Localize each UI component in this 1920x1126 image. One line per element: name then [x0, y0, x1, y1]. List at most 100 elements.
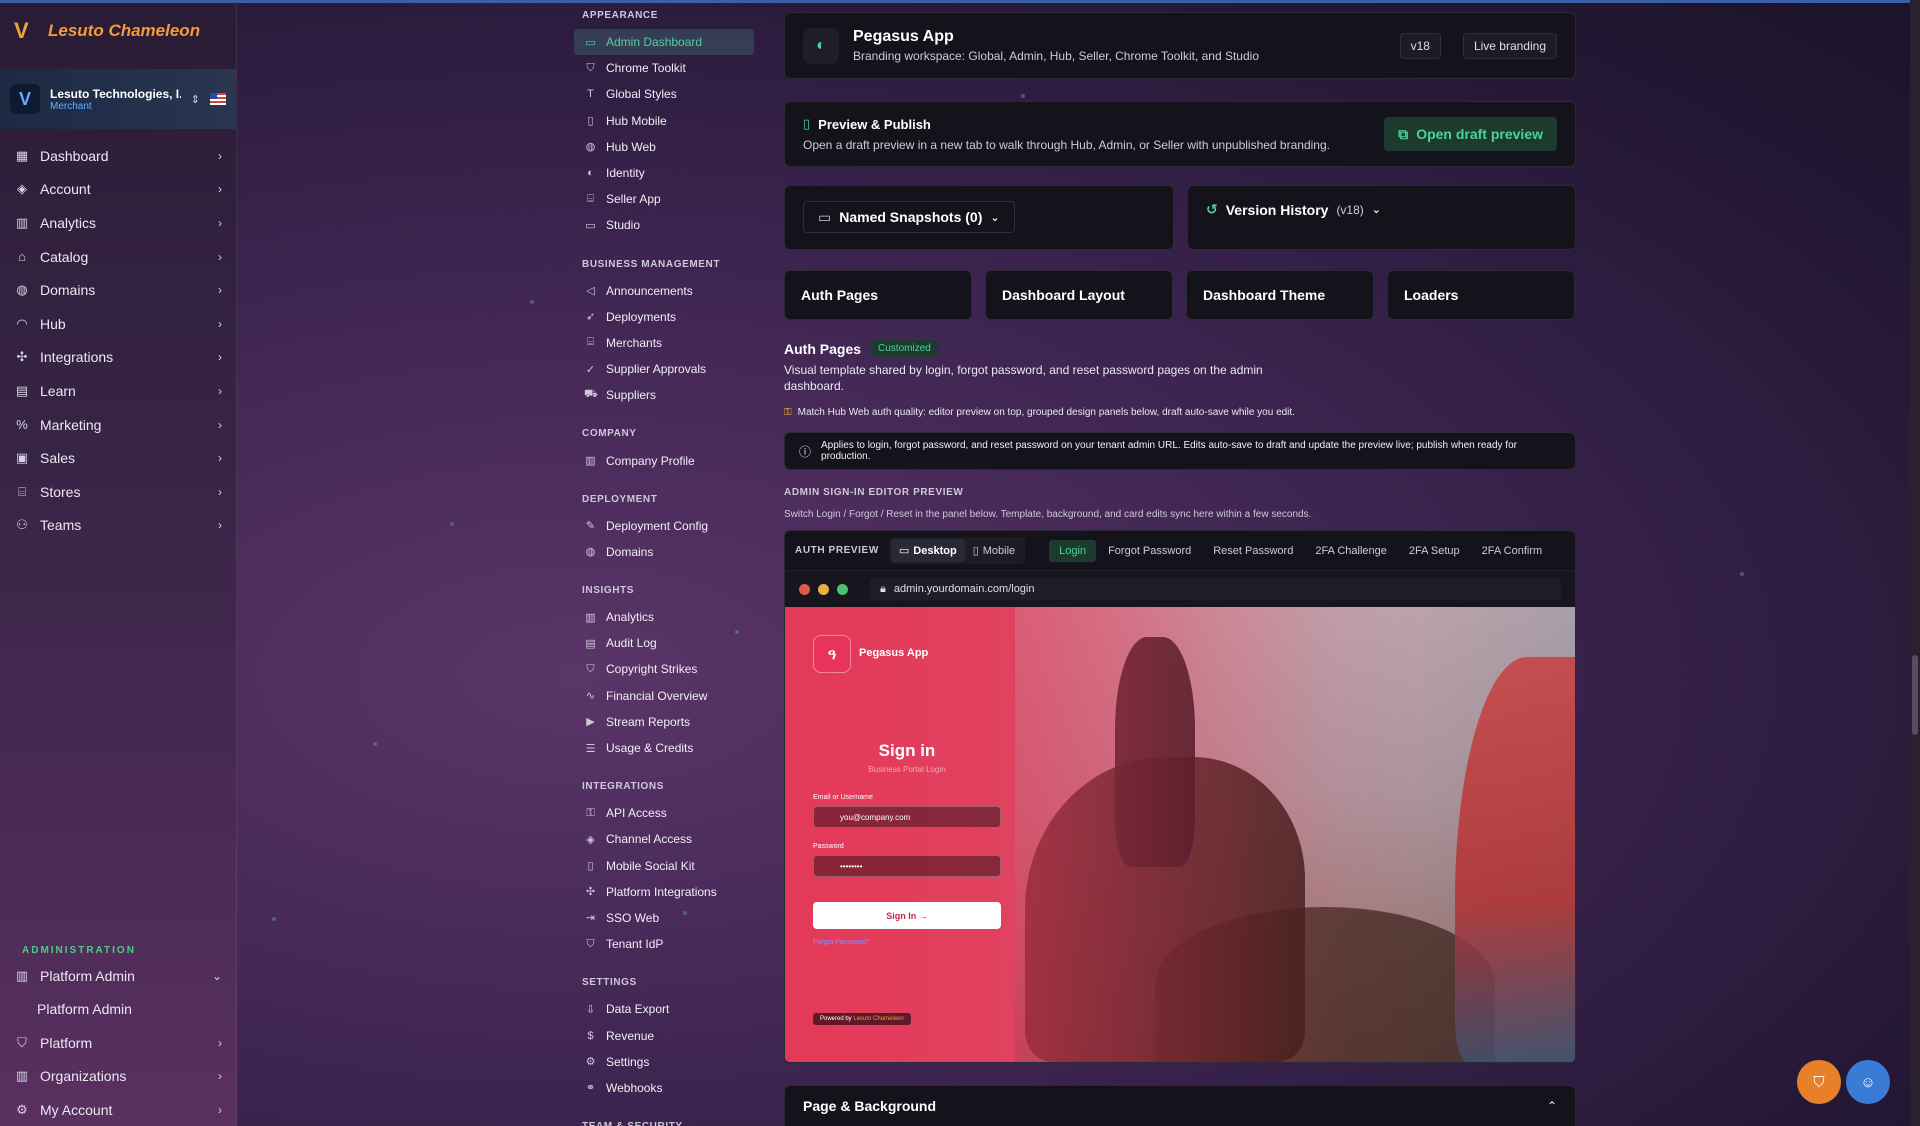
tab-2fa-challenge[interactable]: 2FA Challenge: [1305, 540, 1397, 562]
nav-item-integrations[interactable]: ✣ Integrations ›: [0, 341, 236, 375]
subnav-item-label: Audit Log: [606, 636, 657, 651]
subnav-item-api-access[interactable]: ⚿ API Access: [574, 800, 754, 826]
grid-icon: ▦: [15, 147, 29, 163]
nav-item-dashboard[interactable]: ▦ Dashboard ›: [0, 139, 236, 173]
device-desktop[interactable]: ▭ Desktop: [890, 539, 965, 562]
megaphone-icon: ◁: [586, 285, 595, 298]
brand[interactable]: V Lesuto Chameleon: [14, 19, 200, 43]
nav-item-sales[interactable]: ▣ Sales ›: [0, 441, 236, 475]
tenant-switcher[interactable]: V Lesuto Technologies, I... Merchant ⇕: [0, 69, 236, 129]
nav-item-hub[interactable]: ◠ Hub ›: [0, 307, 236, 341]
subnav-item-settings[interactable]: ⚙ Settings: [574, 1049, 754, 1075]
subnav-item-data-export[interactable]: ⇩ Data Export: [574, 996, 754, 1022]
page-background-section[interactable]: Page & Background ⌃: [784, 1085, 1576, 1126]
subnav-item-supplier-approvals[interactable]: ✓ Supplier Approvals: [574, 356, 754, 382]
admin-item-platform-admin[interactable]: ▥ Platform Admin ⌄: [0, 959, 236, 993]
admin-item-platform[interactable]: ⛉ Platform ›: [0, 1026, 236, 1060]
tile-dashboard-theme[interactable]: Dashboard Theme: [1186, 270, 1374, 320]
subnav-item-announcements[interactable]: ◁ Announcements: [574, 278, 754, 304]
tab-forgot-password[interactable]: Forgot Password: [1098, 540, 1201, 562]
subnav-item-hub-mobile[interactable]: ▯ Hub Mobile: [574, 108, 754, 134]
tab-reset-password[interactable]: Reset Password: [1203, 540, 1303, 562]
auth-pages-heading: Auth Pages Customized: [784, 340, 938, 357]
chevron-right-icon: ›: [218, 283, 222, 298]
tile-dashboard-layout[interactable]: Dashboard Layout: [985, 270, 1173, 320]
palette-icon: ◐: [803, 27, 839, 64]
open-draft-preview-button[interactable]: ⧉ Open draft preview: [1384, 117, 1557, 151]
nav-item-catalog[interactable]: ⌂ Catalog ›: [0, 240, 236, 274]
subnav-item-studio[interactable]: ▭ Studio: [574, 212, 754, 238]
version-history-label: Version History: [1225, 201, 1329, 218]
subnav-item-mobile-social-kit[interactable]: ▯ Mobile Social Kit: [574, 853, 754, 879]
subnav-item-audit-log[interactable]: ▤ Audit Log: [574, 630, 754, 656]
subnav-item-tenant-idp[interactable]: ⛉ Tenant IdP: [574, 931, 754, 957]
subnav-item-stream-reports[interactable]: ▶ Stream Reports: [574, 709, 754, 735]
subnav-item-deployments[interactable]: ➶ Deployments: [574, 304, 754, 330]
nav-item-learn[interactable]: ▤ Learn ›: [0, 374, 236, 408]
named-snapshots-dropdown[interactable]: ▭ Named Snapshots (0) ⌄: [803, 201, 1015, 233]
tab-2fa-setup[interactable]: 2FA Setup: [1399, 540, 1470, 562]
subnav-item-suppliers[interactable]: ⛟ Suppliers: [574, 382, 754, 408]
live-branding-pill[interactable]: Live branding: [1462, 32, 1557, 59]
login-app-name: Pegasus App: [859, 647, 929, 659]
nav-item-domains[interactable]: ◍ Domains ›: [0, 273, 236, 307]
tile-loaders[interactable]: Loaders: [1387, 270, 1575, 320]
rss-icon: ◠: [16, 315, 28, 331]
subnav-item-label: Deployments: [606, 309, 677, 324]
page-scrollbar[interactable]: [1910, 0, 1920, 1126]
subnav-item-analytics[interactable]: ▥ Analytics: [574, 604, 754, 630]
signin-button[interactable]: Sign In →: [813, 902, 1001, 929]
subnav-item-deployment-config[interactable]: ✎ Deployment Config: [574, 513, 754, 539]
device-mobile[interactable]: ▯ Mobile: [965, 539, 1023, 562]
security-shield-button[interactable]: ⛉: [1797, 1060, 1841, 1104]
subnav-item-label: Tenant IdP: [606, 937, 664, 952]
subnav-section-heading: INSIGHTS: [582, 585, 635, 596]
subnav-item-platform-integrations[interactable]: ✣ Platform Integrations: [574, 879, 754, 905]
subnav-item-global-styles[interactable]: T Global Styles: [574, 81, 754, 107]
subnav-item-hub-web[interactable]: ◍ Hub Web: [574, 134, 754, 160]
subnav-item-admin-dashboard[interactable]: ▭ Admin Dashboard: [574, 29, 754, 56]
subnav-item-channel-access[interactable]: ◈ Channel Access: [574, 826, 754, 852]
subnav-item-domains[interactable]: ◍ Domains: [574, 539, 754, 565]
chevron-right-icon: ›: [218, 249, 222, 264]
subnav-item-chrome-toolkit[interactable]: ⛉ Chrome Toolkit: [574, 55, 754, 81]
bg-particle: [1021, 94, 1025, 98]
admin-item-label: Platform Admin: [37, 1001, 132, 1018]
shield-icon: ⛉: [586, 662, 595, 675]
subnav-item-financial-overview[interactable]: ∿ Financial Overview: [574, 683, 754, 709]
subnav-item-merchants[interactable]: ⌸ Merchants: [574, 330, 754, 356]
admin-item-my-account[interactable]: ⚙ My Account ›: [0, 1093, 236, 1126]
nav-item-stores[interactable]: ⌸ Stores ›: [0, 475, 236, 509]
password-input[interactable]: ••••••••: [813, 855, 1001, 877]
auth-preview-label: AUTH PREVIEW: [795, 545, 879, 556]
version-history-dropdown[interactable]: ↺ Version History (v18) ⌄: [1206, 201, 1557, 218]
subnav-item-usage-credits[interactable]: ☰ Usage & Credits: [574, 735, 754, 761]
subnav-item-company-profile[interactable]: ▥ Company Profile: [574, 447, 754, 473]
tab-2fa-confirm[interactable]: 2FA Confirm: [1472, 540, 1553, 562]
subnav-item-copyright-strikes[interactable]: ⛉ Copyright Strikes: [574, 656, 754, 682]
subnav-item-identity[interactable]: ◐ Identity: [574, 160, 754, 186]
powered-by-badge: Powered by Lesuto Chameleon: [813, 1013, 911, 1025]
tab-login[interactable]: Login: [1049, 539, 1097, 562]
bg-particle: [272, 917, 276, 921]
nav-item-account[interactable]: ◈ Account ›: [0, 173, 236, 207]
admin-item-platform-admin[interactable]: Platform Admin: [0, 993, 236, 1027]
editor-preview-heading: ADMIN SIGN-IN EDITOR PREVIEW: [784, 487, 964, 498]
subnav-item-sso-web[interactable]: ⇥ SSO Web: [574, 905, 754, 931]
subnav-item-seller-app[interactable]: ⌸ Seller App: [574, 186, 754, 212]
nav-item-marketing[interactable]: % Marketing ›: [0, 408, 236, 442]
tile-auth-pages[interactable]: Auth Pages: [784, 270, 972, 320]
login-preview-stage: ዓ Pegasus App Sign in Business Portal Lo…: [785, 607, 1575, 1062]
subnav-item-revenue[interactable]: $ Revenue: [574, 1022, 754, 1048]
nav-item-teams[interactable]: ⚇ Teams ›: [0, 509, 236, 543]
us-flag-icon[interactable]: [210, 93, 226, 105]
subnav-item-webhooks[interactable]: ⚭ Webhooks: [574, 1075, 754, 1101]
nav-item-analytics[interactable]: ▥ Analytics ›: [0, 206, 236, 240]
chevron-right-icon: ›: [218, 383, 222, 398]
main-nav: ▦ Dashboard › ◈ Account › ▥ Analytics › ⌂ Catalog ›…: [0, 139, 236, 542]
admin-item-organizations[interactable]: ▥ Organizations ›: [0, 1060, 236, 1094]
email-input[interactable]: you@company.com: [813, 806, 1001, 828]
forgot-password-link[interactable]: Forgot Password?: [813, 939, 870, 946]
scrollbar-thumb[interactable]: [1912, 655, 1918, 735]
assistant-bot-button[interactable]: ☺: [1846, 1060, 1890, 1104]
